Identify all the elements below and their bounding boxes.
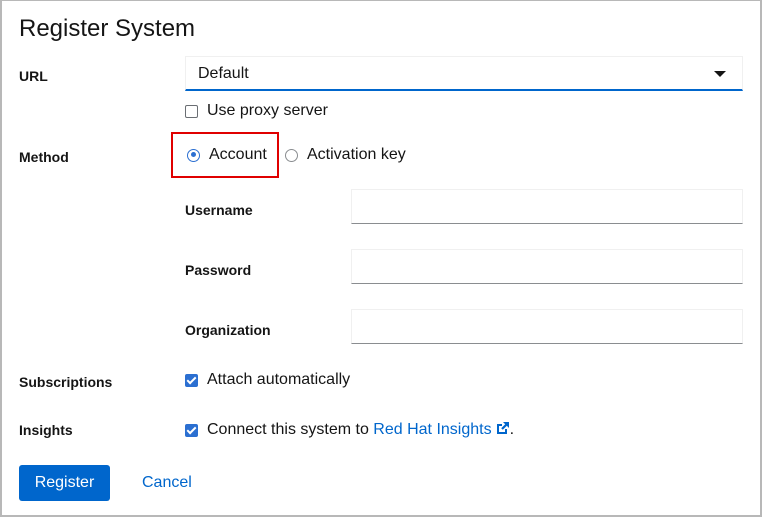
account-radio[interactable] <box>187 148 200 162</box>
account-radio-label: Account <box>209 146 267 163</box>
proxy-checkbox-label: Use proxy server <box>207 102 328 119</box>
password-label: Password <box>185 262 252 278</box>
register-button[interactable]: Register <box>19 465 110 501</box>
caret-down-icon <box>714 71 726 77</box>
insights-link-text: Red Hat Insights <box>373 421 492 438</box>
activation-key-radio[interactable] <box>285 148 298 162</box>
password-input[interactable] <box>351 249 743 284</box>
method-account-option[interactable]: Account <box>187 146 267 164</box>
insights-checkbox[interactable] <box>185 423 198 437</box>
insights-row[interactable]: Connect this system to Red Hat Insights. <box>185 421 514 439</box>
external-link-icon <box>496 422 509 434</box>
url-select-value: Default <box>198 65 249 82</box>
url-select[interactable]: Default <box>185 56 743 91</box>
username-input[interactable] <box>351 189 743 224</box>
proxy-checkbox[interactable] <box>185 104 198 118</box>
red-hat-insights-link[interactable]: Red Hat Insights <box>373 421 509 438</box>
register-system-dialog: Register System URL Default Use proxy se… <box>0 0 762 517</box>
organization-input[interactable] <box>351 309 743 344</box>
proxy-checkbox-row[interactable]: Use proxy server <box>185 102 328 120</box>
username-label: Username <box>185 202 253 218</box>
organization-label: Organization <box>185 322 271 338</box>
subscriptions-label: Subscriptions <box>19 374 113 390</box>
url-label: URL <box>19 68 48 84</box>
method-activation-key-option[interactable]: Activation key <box>285 146 406 164</box>
method-label: Method <box>19 149 69 165</box>
insights-label: Insights <box>19 422 73 438</box>
insights-text: Connect this system to Red Hat Insights. <box>207 421 514 439</box>
attach-automatically-label: Attach automatically <box>207 371 351 388</box>
insights-prefix: Connect this system to <box>207 421 374 438</box>
dialog-title: Register System <box>19 15 196 42</box>
cancel-button[interactable]: Cancel <box>128 465 206 501</box>
attach-automatically-checkbox[interactable] <box>185 373 198 387</box>
insights-suffix: . <box>509 421 515 438</box>
activation-key-radio-label: Activation key <box>307 146 406 163</box>
attach-automatically-row[interactable]: Attach automatically <box>185 371 350 389</box>
